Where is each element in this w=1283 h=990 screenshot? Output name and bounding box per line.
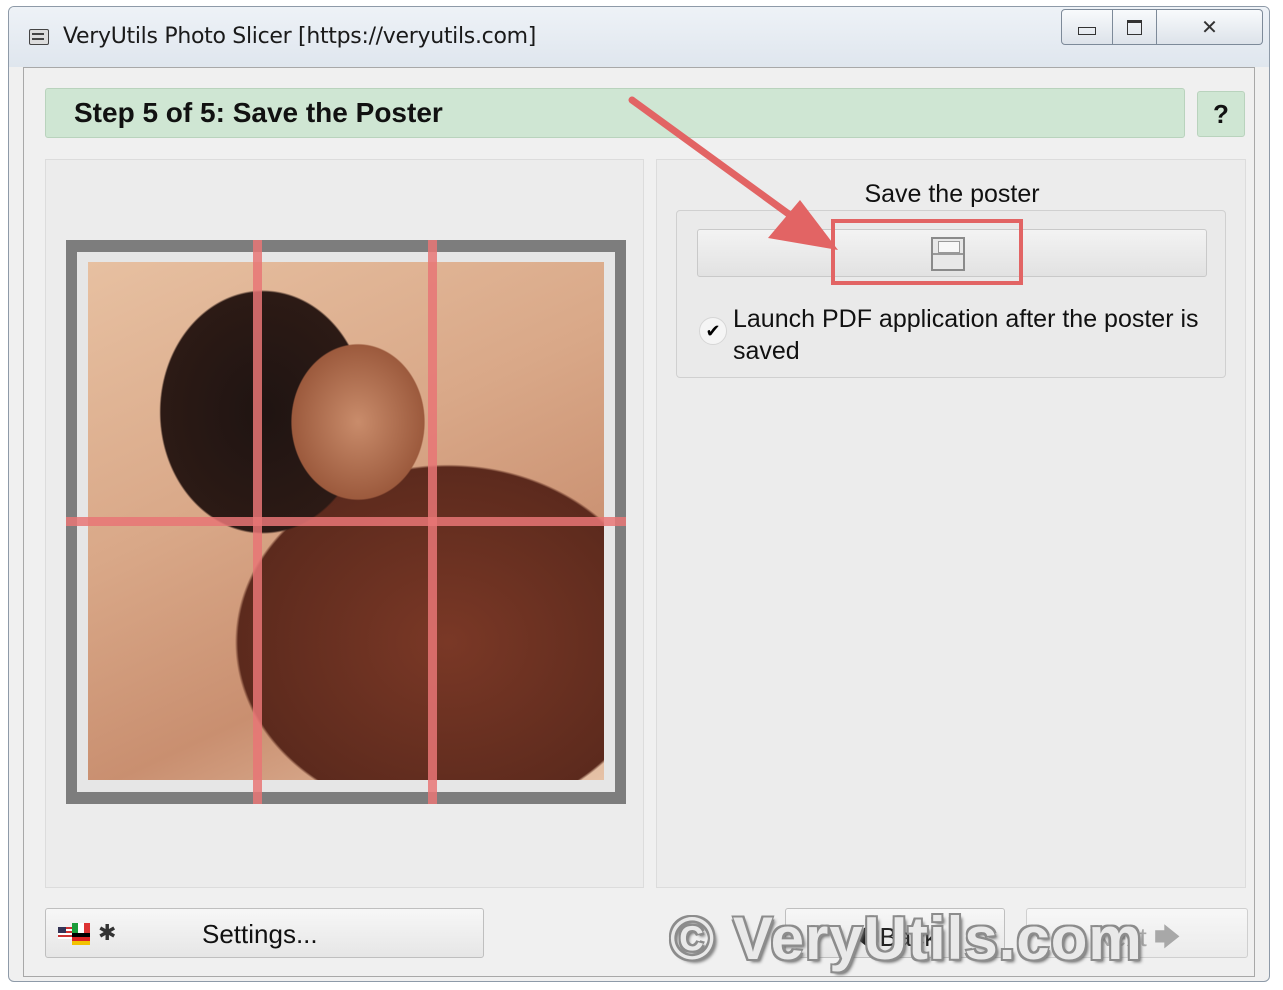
back-text: Back (879, 922, 938, 952)
maximize-button[interactable] (1113, 9, 1157, 45)
page-title: Step 5 of 5: Save the Poster (74, 97, 443, 128)
slice-line-horizontal-1 (66, 517, 626, 526)
caption-buttons: ✕ (1061, 9, 1263, 45)
next-label: Next 🡆 (1027, 919, 1247, 963)
save-poster-button[interactable] (831, 219, 1023, 285)
settings-button[interactable]: ✱ Settings... (45, 908, 484, 958)
launch-pdf-label[interactable]: Launch PDF application after the poster … (733, 303, 1203, 367)
wizard-client-area: Step 5 of 5: Save the Poster ? Save the … (23, 67, 1255, 977)
save-group: ✔ Launch PDF application after the poste… (676, 210, 1226, 378)
tools-icon: ✱ (98, 921, 117, 946)
floppy-disk-icon[interactable] (931, 237, 965, 271)
minimize-icon (1078, 27, 1096, 35)
next-arrow-icon: 🡆 (1153, 922, 1181, 952)
save-poster-label: Save the poster (864, 180, 1040, 208)
next-text: Next (1093, 922, 1147, 952)
launch-pdf-checkbox[interactable]: ✔ (699, 317, 727, 345)
back-arrow-icon: 🡄 (852, 922, 880, 952)
close-button[interactable]: ✕ (1157, 9, 1263, 45)
help-button[interactable]: ? (1197, 91, 1245, 137)
minimize-button[interactable] (1061, 9, 1113, 45)
back-button[interactable]: 🡄Back (785, 908, 1005, 958)
poster-preview (66, 240, 626, 804)
close-icon: ✕ (1201, 15, 1218, 39)
launch-pdf-option[interactable]: ✔ Launch PDF application after the poste… (699, 303, 1219, 369)
window-title: VeryUtils Photo Slicer [https://veryutil… (63, 24, 537, 49)
back-label: 🡄Back (786, 919, 1004, 963)
app-window: VeryUtils Photo Slicer [https://veryutil… (8, 6, 1270, 982)
save-options-panel: Save the poster ✔ Launch PDF application… (656, 159, 1246, 888)
step-header: Step 5 of 5: Save the Poster (45, 88, 1185, 138)
preview-panel (45, 159, 644, 888)
germany-flag-icon (72, 933, 90, 945)
settings-label: Settings... (202, 919, 318, 949)
app-icon (29, 29, 49, 45)
next-button[interactable]: Next 🡆 (1026, 908, 1248, 958)
title-bar[interactable]: VeryUtils Photo Slicer [https://veryutil… (9, 7, 1269, 67)
maximize-icon (1127, 19, 1142, 35)
flags-tools-icon: ✱ (58, 921, 118, 946)
